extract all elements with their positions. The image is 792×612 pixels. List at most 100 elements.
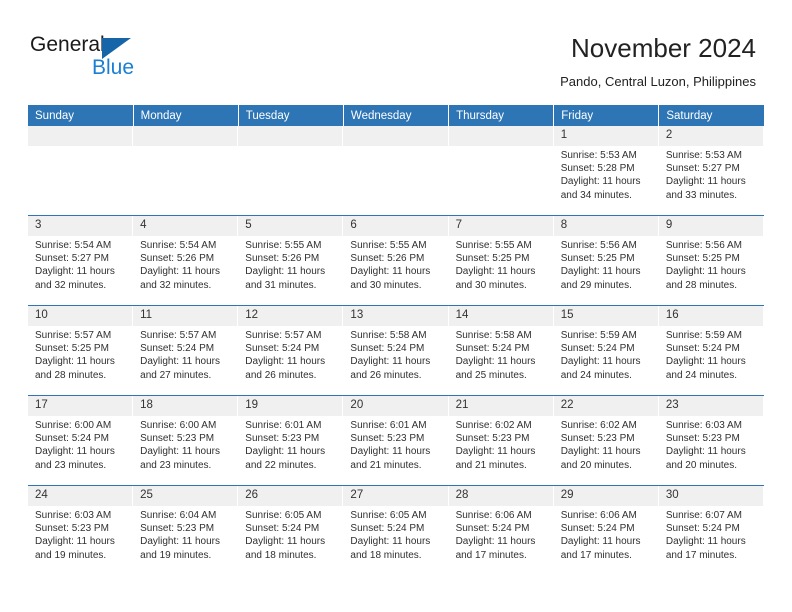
calendar-cell-day[interactable]: 22 Sunrise: 6:02 AM Sunset: 5:23 PM Dayligh… [553,395,659,486]
day-number: 13 [343,306,448,326]
sunset-text: Sunset: 5:26 PM [350,253,425,265]
sunset-text: Sunset: 5:23 PM [455,433,530,445]
calendar-cell-empty [28,126,134,216]
sun-info: Sunrise: 5:57 AM Sunset: 5:24 PM Daylight:… [238,326,343,382]
calendar-week-row: 3 Sunrise: 5:54 AM Sunset: 5:27 PM Daylight… [28,215,764,306]
calendar-cell-inner: 21 Sunrise: 6:02 AM Sunset: 5:23 PM Dayligh… [448,396,554,485]
calendar-cell-day[interactable]: 24 Sunrise: 6:03 AM Sunset: 5:23 PM Dayligh… [28,485,134,575]
sunrise-text: Sunrise: 5:55 AM [245,240,322,251]
calendar-cell-day[interactable]: 20 Sunrise: 6:01 AM Sunset: 5:23 PM Dayligh… [343,395,449,486]
sun-info: Sunrise: 6:01 AM Sunset: 5:23 PM Daylight:… [238,416,343,472]
daylight-text: Daylight: 11 hours and 28 minutes. [665,266,746,291]
sunrise-text: Sunrise: 6:07 AM [665,510,742,521]
calendar-cell-inner [343,126,448,215]
sunset-text: Sunset: 5:27 PM [665,163,740,175]
day-number: 7 [448,216,553,236]
calendar-cell-day[interactable]: 25 Sunrise: 6:04 AM Sunset: 5:23 PM Dayligh… [133,485,239,575]
weekday-header-saturday: Saturday [658,105,764,126]
daylight-text: Daylight: 11 hours and 17 minutes. [455,536,536,561]
calendar-cell-inner: 19 Sunrise: 6:01 AM Sunset: 5:23 PM Dayligh… [238,396,343,485]
calendar-cell-day[interactable]: 13 Sunrise: 5:58 AM Sunset: 5:24 PM Dayligh… [343,305,449,396]
calendar-cell-day[interactable]: 19 Sunrise: 6:01 AM Sunset: 5:23 PM Dayligh… [238,395,344,486]
page-header: General Blue November 2024 Pando, Centra… [0,0,792,100]
calendar-cell-day[interactable]: 15 Sunrise: 5:59 AM Sunset: 5:24 PM Dayligh… [553,305,659,396]
day-number: 11 [133,306,238,326]
daylight-text: Daylight: 11 hours and 20 minutes. [560,446,641,471]
calendar-cell-day[interactable]: 23 Sunrise: 6:03 AM Sunset: 5:23 PM Dayligh… [658,395,764,486]
sun-info: Sunrise: 6:01 AM Sunset: 5:23 PM Daylight:… [343,416,448,472]
sunset-text: Sunset: 5:24 PM [455,343,530,355]
weekday-header-wednesday: Wednesday [343,105,450,126]
calendar-cell-inner [133,126,238,215]
calendar-cell-day[interactable]: 3 Sunrise: 5:54 AM Sunset: 5:27 PM Daylight… [28,215,134,306]
calendar-week-row: 1 Sunrise: 5:53 AM Sunset: 5:28 PM Daylight… [28,126,764,216]
day-number [133,126,238,146]
calendar-cell-inner [28,126,133,215]
calendar-page: General Blue November 2024 Pando, Centra… [0,0,792,612]
calendar-cell-day[interactable]: 2 Sunrise: 5:53 AM Sunset: 5:27 PM Daylight… [658,126,764,216]
weekday-header-thursday: Thursday [448,105,555,126]
calendar-cell-day[interactable]: 7 Sunrise: 5:55 AM Sunset: 5:25 PM Daylight… [448,215,554,306]
daylight-text: Daylight: 11 hours and 19 minutes. [35,536,115,561]
daylight-text: Daylight: 11 hours and 30 minutes. [350,266,431,291]
daylight-text: Daylight: 11 hours and 19 minutes. [140,536,220,561]
day-number: 23 [658,396,763,416]
sun-info: Sunrise: 5:56 AM Sunset: 5:25 PM Daylight:… [659,236,764,292]
day-number [28,126,133,146]
day-number: 27 [343,486,448,506]
weekday-header-friday: Friday [553,105,660,126]
calendar-cell-day[interactable]: 6 Sunrise: 5:55 AM Sunset: 5:26 PM Daylight… [343,215,449,306]
daylight-text: Daylight: 11 hours and 17 minutes. [560,536,641,561]
calendar-cell-day[interactable]: 14 Sunrise: 5:58 AM Sunset: 5:24 PM Dayligh… [448,305,554,396]
calendar-cell-day[interactable]: 29 Sunrise: 6:06 AM Sunset: 5:24 PM Dayligh… [553,485,659,575]
calendar-cell-inner: 9 Sunrise: 5:56 AM Sunset: 5:25 PM Daylight… [658,216,764,305]
day-number: 18 [133,396,238,416]
sun-info: Sunrise: 5:58 AM Sunset: 5:24 PM Daylight:… [449,326,554,382]
calendar-cell-day[interactable]: 11 Sunrise: 5:57 AM Sunset: 5:24 PM Dayligh… [133,305,239,396]
calendar-cell-day[interactable]: 1 Sunrise: 5:53 AM Sunset: 5:28 PM Daylight… [553,126,659,216]
daylight-text: Daylight: 11 hours and 20 minutes. [665,446,746,471]
day-number: 25 [133,486,238,506]
day-number: 20 [343,396,448,416]
calendar-cell-day[interactable]: 5 Sunrise: 5:55 AM Sunset: 5:26 PM Daylight… [238,215,344,306]
calendar-cell-inner [238,126,343,215]
calendar-cell-empty [448,126,554,216]
calendar-cell-inner: 25 Sunrise: 6:04 AM Sunset: 5:23 PM Dayligh… [133,486,238,575]
day-number [343,126,448,146]
brand-logo[interactable]: General Blue [30,33,250,83]
calendar-cell-day[interactable]: 17 Sunrise: 6:00 AM Sunset: 5:24 PM Dayligh… [28,395,134,486]
calendar-cell-day[interactable]: 12 Sunrise: 5:57 AM Sunset: 5:24 PM Dayligh… [238,305,344,396]
sun-info: Sunrise: 6:06 AM Sunset: 5:24 PM Daylight:… [554,506,659,562]
sunset-text: Sunset: 5:27 PM [35,253,109,265]
day-number: 16 [658,306,763,326]
sun-info: Sunrise: 5:55 AM Sunset: 5:25 PM Daylight:… [449,236,554,292]
day-number: 6 [343,216,448,236]
calendar-cell-day[interactable]: 28 Sunrise: 6:06 AM Sunset: 5:24 PM Dayligh… [448,485,554,575]
calendar-cell-day[interactable]: 8 Sunrise: 5:56 AM Sunset: 5:25 PM Daylight… [553,215,659,306]
day-number: 1 [553,126,658,146]
daylight-text: Daylight: 11 hours and 32 minutes. [35,266,115,291]
sunset-text: Sunset: 5:24 PM [350,523,425,535]
day-number: 12 [238,306,343,326]
calendar-cell-day[interactable]: 16 Sunrise: 5:59 AM Sunset: 5:24 PM Dayligh… [658,305,764,396]
calendar-cell-day[interactable]: 18 Sunrise: 6:00 AM Sunset: 5:23 PM Dayligh… [133,395,239,486]
daylight-text: Daylight: 11 hours and 25 minutes. [455,356,536,381]
calendar-cell-day[interactable]: 30 Sunrise: 6:07 AM Sunset: 5:24 PM Dayligh… [658,485,764,575]
day-number: 17 [28,396,133,416]
weekday-header-sunday: Sunday [28,105,134,126]
day-number [448,126,553,146]
page-title: November 2024 [571,33,756,63]
sunset-text: Sunset: 5:23 PM [350,433,425,445]
sunrise-text: Sunrise: 5:55 AM [350,240,427,251]
calendar-cell-day[interactable]: 10 Sunrise: 5:57 AM Sunset: 5:25 PM Dayligh… [28,305,134,396]
sunrise-text: Sunrise: 6:05 AM [245,510,322,521]
calendar-cell-day[interactable]: 4 Sunrise: 5:54 AM Sunset: 5:26 PM Daylight… [133,215,239,306]
calendar-cell-day[interactable]: 27 Sunrise: 6:05 AM Sunset: 5:24 PM Dayligh… [343,485,449,575]
daylight-text: Daylight: 11 hours and 17 minutes. [665,536,746,561]
calendar-cell-day[interactable]: 21 Sunrise: 6:02 AM Sunset: 5:23 PM Dayligh… [448,395,554,486]
calendar-cell-inner: 30 Sunrise: 6:07 AM Sunset: 5:24 PM Dayligh… [658,486,764,575]
calendar-cell-day[interactable]: 9 Sunrise: 5:56 AM Sunset: 5:25 PM Daylight… [658,215,764,306]
calendar-cell-day[interactable]: 26 Sunrise: 6:05 AM Sunset: 5:24 PM Dayligh… [238,485,344,575]
calendar-week-row: 10 Sunrise: 5:57 AM Sunset: 5:25 PM Dayligh… [28,305,764,396]
calendar-cell-inner: 23 Sunrise: 6:03 AM Sunset: 5:23 PM Dayligh… [658,396,764,485]
